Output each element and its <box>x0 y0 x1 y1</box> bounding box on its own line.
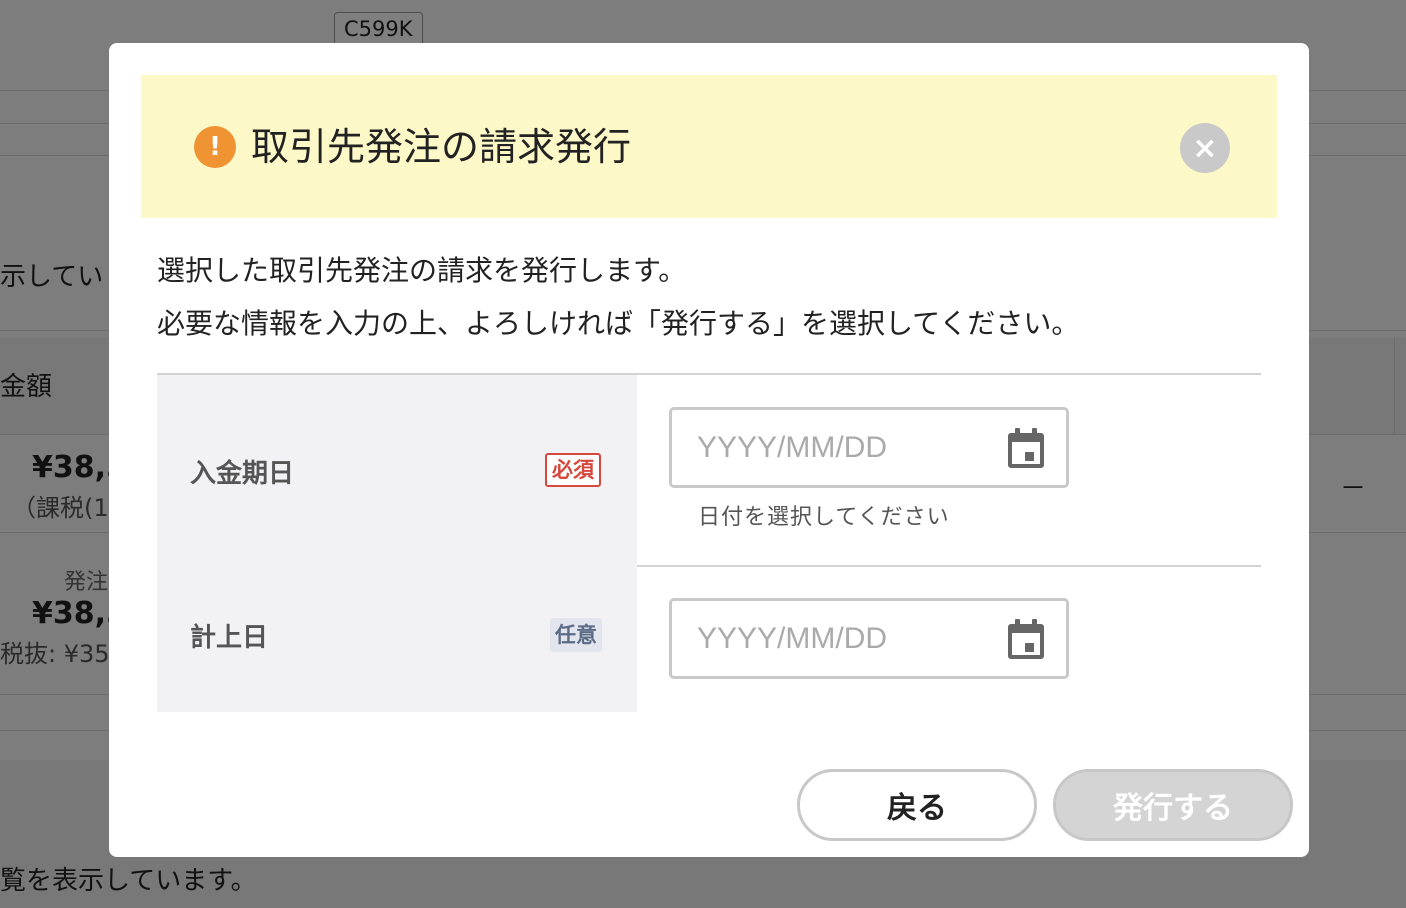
dialog-description: 選択した取引先発注の請求を発行します。 <box>157 254 687 287</box>
exclamation-icon: ! <box>194 126 236 168</box>
form-row-payment-due-date: 入金期日 必須 日付を選択してください <box>157 373 1261 567</box>
dialog-header: ! 取引先発注の請求発行 × <box>141 75 1277 218</box>
recording-date-input[interactable] <box>697 601 997 676</box>
field-label-cell: 入金期日 必須 <box>157 375 637 565</box>
recording-date-field[interactable] <box>669 598 1069 679</box>
close-button[interactable]: × <box>1180 123 1230 173</box>
dialog-description: 必要な情報を入力の上、よろしければ「発行する」を選択してください。 <box>157 307 1080 340</box>
invoice-issue-dialog: ! 取引先発注の請求発行 × 選択した取引先発注の請求を発行します。 必要な情報… <box>109 43 1309 857</box>
issue-button[interactable]: 発行する <box>1053 769 1293 841</box>
payment-due-date-input[interactable] <box>697 410 997 485</box>
dialog-title: 取引先発注の請求発行 <box>251 125 632 169</box>
required-badge: 必須 <box>545 453 601 487</box>
form-row-recording-date: 計上日 任意 <box>157 565 1261 712</box>
field-hint: 日付を選択してください <box>698 505 950 530</box>
field-label-payment-due-date: 入金期日 <box>190 459 295 489</box>
calendar-icon[interactable] <box>1008 428 1044 468</box>
calendar-icon[interactable] <box>1008 619 1044 659</box>
field-label-cell: 計上日 任意 <box>157 565 637 712</box>
optional-badge: 任意 <box>550 618 602 652</box>
payment-due-date-field[interactable] <box>669 407 1069 488</box>
back-button[interactable]: 戻る <box>797 769 1037 841</box>
close-icon: × <box>1192 130 1218 166</box>
field-label-recording-date: 計上日 <box>190 623 269 653</box>
